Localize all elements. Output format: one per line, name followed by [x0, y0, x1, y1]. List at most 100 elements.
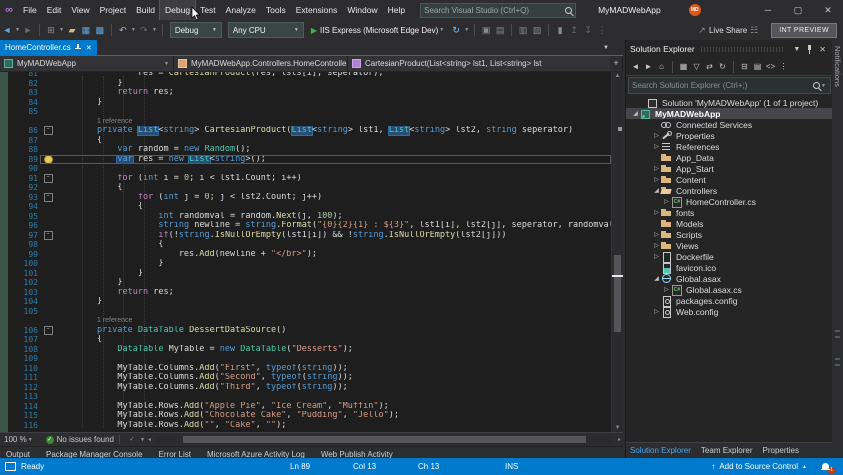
menu-help[interactable]: Help	[383, 0, 410, 20]
menu-debug[interactable]: Debug	[160, 0, 195, 20]
show-all-files-icon[interactable]: ▤	[751, 62, 764, 71]
menu-view[interactable]: View	[66, 0, 94, 20]
expand-icon[interactable]: ▷	[662, 198, 671, 205]
avatar[interactable]: MD	[689, 4, 701, 16]
drag-grip[interactable]	[701, 47, 785, 52]
fold-collapse-icon[interactable]: −	[44, 231, 53, 240]
build-selection-icon[interactable]: ▥	[517, 21, 529, 39]
tree-item-mymadwebapp[interactable]: ◢MyMADWebApp	[626, 108, 833, 119]
fold-collapse-icon[interactable]: −	[44, 193, 53, 202]
scroll-down-icon[interactable]: ▼	[612, 425, 623, 431]
save-all-icon[interactable]: ▩	[94, 21, 106, 39]
solution-platform-dropdown[interactable]: Any CPU ▼	[228, 22, 304, 38]
tree-item-views[interactable]: ▷Views	[626, 240, 833, 251]
tree-item-solution-mymadwebapp-1-of-1-project[interactable]: Solution 'MyMADWebApp' (1 of 1 project)	[626, 97, 833, 108]
tool-tab-solution-explorer[interactable]: Solution Explorer	[630, 446, 691, 455]
scroll-left-icon[interactable]: ◂	[146, 436, 153, 443]
code-line-88[interactable]: 88 var random = new Random();	[0, 145, 623, 155]
overflow-icon[interactable]: ⋮	[596, 21, 608, 39]
code-line-86[interactable]: 86− private List<string> CartesianProduc…	[0, 126, 623, 136]
status-column[interactable]: Col 13	[353, 458, 376, 475]
code-line-102[interactable]: 102 }	[0, 278, 623, 288]
attach-to-process-icon[interactable]: ▣	[480, 21, 492, 39]
tree-item-models[interactable]: Models	[626, 218, 833, 229]
expand-icon[interactable]: ▷	[652, 231, 661, 238]
code-line-85[interactable]: 85	[0, 107, 623, 117]
tree-item-favicon-ico[interactable]: favicon.ico	[626, 262, 833, 273]
menu-project[interactable]: Project	[95, 0, 131, 20]
close-button[interactable]: ✕	[813, 0, 843, 20]
code-line-94[interactable]: 94 {	[0, 202, 623, 212]
expand-icon[interactable]: ▷	[652, 132, 661, 139]
tree-item-properties[interactable]: ▷Properties	[626, 130, 833, 141]
horizontal-scrollbar[interactable]	[156, 435, 613, 444]
overflow-icon[interactable]: ⋮	[777, 62, 790, 71]
new-project-icon[interactable]: ⊞	[45, 21, 57, 39]
navigate-forward-icon[interactable]: ►	[22, 21, 34, 39]
menu-edit[interactable]: Edit	[42, 0, 67, 20]
code-line-109[interactable]: 109	[0, 354, 623, 364]
undo-icon[interactable]: ↶	[117, 21, 129, 39]
sync-active-document-icon[interactable]: ⇄	[703, 62, 716, 71]
new-project-dropdown-icon[interactable]: ▼	[59, 27, 64, 33]
tree-item-scripts[interactable]: ▷Scripts	[626, 229, 833, 240]
tree-item-packages-config[interactable]: packages.config	[626, 295, 833, 306]
tool-tab-team-explorer[interactable]: Team Explorer	[701, 446, 753, 455]
maximize-button[interactable]: ▢	[783, 0, 813, 20]
code-editor[interactable]: 81 res = CartesianProduct(res, lsts[i], …	[0, 72, 623, 432]
tree-item-connected-services[interactable]: Connected Services	[626, 119, 833, 130]
minimize-button[interactable]: ─	[753, 0, 783, 20]
expand-icon[interactable]: ▷	[652, 242, 661, 249]
close-icon[interactable]: ✕	[86, 44, 92, 52]
breadcrumb-class[interactable]: MyMADWebApp.Controllers.HomeController ▼	[174, 56, 348, 71]
expand-icon[interactable]: ▷	[652, 308, 661, 315]
code-line-89[interactable]: 89 var res = new List<string>();	[0, 155, 623, 165]
menu-extensions[interactable]: Extensions	[291, 0, 343, 20]
menu-analyze[interactable]: Analyze	[221, 0, 261, 20]
zoom-dropdown[interactable]: 100 % ▼	[0, 435, 38, 444]
code-view-icon[interactable]: <>	[764, 62, 777, 71]
scrollbar-thumb[interactable]	[183, 436, 585, 443]
window-position-dropdown-icon[interactable]: ▼	[790, 46, 803, 53]
redo-dropdown-icon[interactable]: ▼	[152, 27, 157, 33]
tab-homecontroller[interactable]: HomeController.cs ✕	[0, 40, 97, 55]
code-line-101[interactable]: 101 }	[0, 269, 623, 279]
tree-item-app-start[interactable]: ▷App_Start	[626, 163, 833, 174]
collapse-all-icon[interactable]: ⊟	[738, 62, 751, 71]
tree-item-app-data[interactable]: App_Data	[626, 152, 833, 163]
bookmark-icon[interactable]: ▮	[554, 21, 566, 39]
refresh-icon[interactable]: ↻	[450, 21, 462, 39]
fold-collapse-icon[interactable]: −	[44, 174, 53, 183]
code-line-98[interactable]: 98 {	[0, 240, 623, 250]
solution-configuration-dropdown[interactable]: Debug ▼	[170, 22, 222, 38]
code-line-100[interactable]: 100 }	[0, 259, 623, 269]
menu-file[interactable]: File	[18, 0, 42, 20]
code-line-116[interactable]: 116 MyTable.Rows.Add("", "Cake", "");	[0, 421, 623, 431]
document-list-dropdown-icon[interactable]: ▼	[603, 45, 623, 51]
int-preview-button[interactable]: INT PREVIEW	[771, 23, 837, 38]
status-insert-mode[interactable]: INS	[505, 458, 518, 475]
refresh-icon[interactable]: ↻	[716, 62, 729, 71]
expand-icon[interactable]: ▷	[652, 209, 661, 216]
undo-dropdown-icon[interactable]: ▼	[131, 27, 136, 33]
code-line-97[interactable]: 97− if(!string.IsNullOrEmpty(lst1[i]) &&…	[0, 231, 623, 241]
scroll-up-icon[interactable]: ▲	[612, 73, 623, 79]
add-to-source-control-button[interactable]: Add to Source Control	[719, 462, 798, 471]
notifications-tab[interactable]: Notifications	[833, 46, 842, 87]
scrollbar-thumb[interactable]	[614, 255, 621, 332]
forward-icon[interactable]: ►	[642, 62, 655, 71]
tree-item-references[interactable]: ▷References	[626, 141, 833, 152]
tree-item-controllers[interactable]: ◢Controllers	[626, 185, 833, 196]
tree-item-fonts[interactable]: ▷fonts	[626, 207, 833, 218]
navigate-back-icon[interactable]: ◄	[1, 21, 13, 39]
next-bookmark-icon[interactable]: ↧	[582, 21, 594, 39]
live-share-button[interactable]: ↗ Live Share	[695, 21, 747, 39]
code-line-91[interactable]: 91− for (int i = 0; i < lst1.Count; i++)	[0, 174, 623, 184]
menu-build[interactable]: Build	[131, 0, 160, 20]
code-line-92[interactable]: 92 {	[0, 183, 623, 193]
expand-icon[interactable]: ▷	[652, 253, 661, 260]
code-line-95[interactable]: 95 int randomval = random.Next(j, 100);	[0, 212, 623, 222]
code-line-115[interactable]: 115 MyTable.Rows.Add("Chocolate Cake", "…	[0, 411, 623, 421]
status-line[interactable]: Ln 89	[290, 458, 310, 475]
code-line-103[interactable]: 103 return res;	[0, 288, 623, 298]
